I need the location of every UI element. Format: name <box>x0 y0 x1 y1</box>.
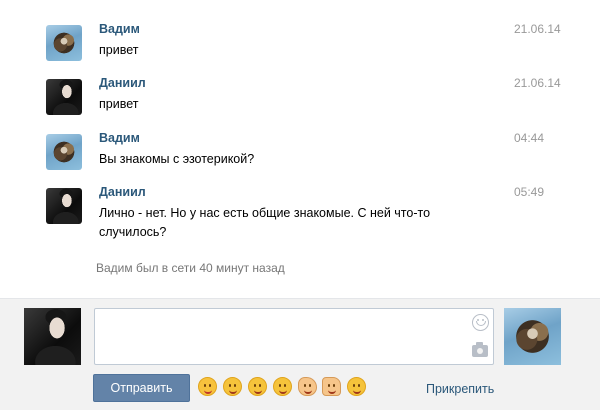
man-avatar-image <box>46 79 82 115</box>
message-item: Даниил привет 21.06.14 <box>46 76 566 126</box>
avatar[interactable] <box>46 188 82 224</box>
yum-emoji[interactable] <box>248 377 267 396</box>
message-history: Вадим привет 21.06.14 Даниил привет 21.0… <box>0 0 600 298</box>
crystal-avatar-image <box>46 25 82 61</box>
smile-icon[interactable] <box>472 314 489 331</box>
online-status: Вадим был в сети 40 минут назад <box>96 261 285 275</box>
message-text: Вы знакомы с эзотерикой? <box>99 152 255 166</box>
message-text: привет <box>99 97 139 111</box>
message-author[interactable]: Даниил <box>99 76 146 90</box>
message-time: 21.06.14 <box>514 76 561 90</box>
kiss-emoji[interactable] <box>273 377 292 396</box>
man-avatar-image <box>46 188 82 224</box>
message-time: 21.06.14 <box>514 22 561 36</box>
message-item: Даниил Лично - нет. Но у нас есть общие … <box>46 185 566 255</box>
message-item: Вадим привет 21.06.14 <box>46 22 566 72</box>
message-time: 04:44 <box>514 131 545 145</box>
attach-link[interactable]: Прикрепить <box>426 382 494 396</box>
message-input[interactable] <box>94 308 494 365</box>
crystal-avatar-image <box>46 134 82 170</box>
crystal-avatar-image <box>504 308 561 365</box>
wink-tongue-emoji[interactable] <box>223 377 242 396</box>
clapping-hands-emoji[interactable] <box>298 377 317 396</box>
message-author[interactable]: Даниил <box>99 185 146 199</box>
message-time: 05:49 <box>514 185 545 199</box>
avatar[interactable] <box>46 134 82 170</box>
compose-panel: Отправить Прикрепить <box>0 298 600 410</box>
message-author[interactable]: Вадим <box>99 131 140 145</box>
message-author[interactable]: Вадим <box>99 22 140 36</box>
send-button[interactable]: Отправить <box>93 374 190 402</box>
blush-emoji[interactable] <box>198 377 217 396</box>
avatar[interactable] <box>46 79 82 115</box>
man-avatar-image <box>24 308 81 365</box>
peer-avatar[interactable] <box>504 308 561 365</box>
message-text: Лично - нет. Но у нас есть общие знакомы… <box>99 206 431 239</box>
thumbs-up-emoji[interactable] <box>322 377 341 396</box>
avatar[interactable] <box>46 25 82 61</box>
my-avatar[interactable] <box>24 308 81 365</box>
message-item: Вадим Вы знакомы с эзотерикой? 04:44 <box>46 131 566 181</box>
camera-icon[interactable] <box>472 342 488 357</box>
message-text: привет <box>99 43 139 57</box>
smirk-emoji[interactable] <box>347 377 366 396</box>
